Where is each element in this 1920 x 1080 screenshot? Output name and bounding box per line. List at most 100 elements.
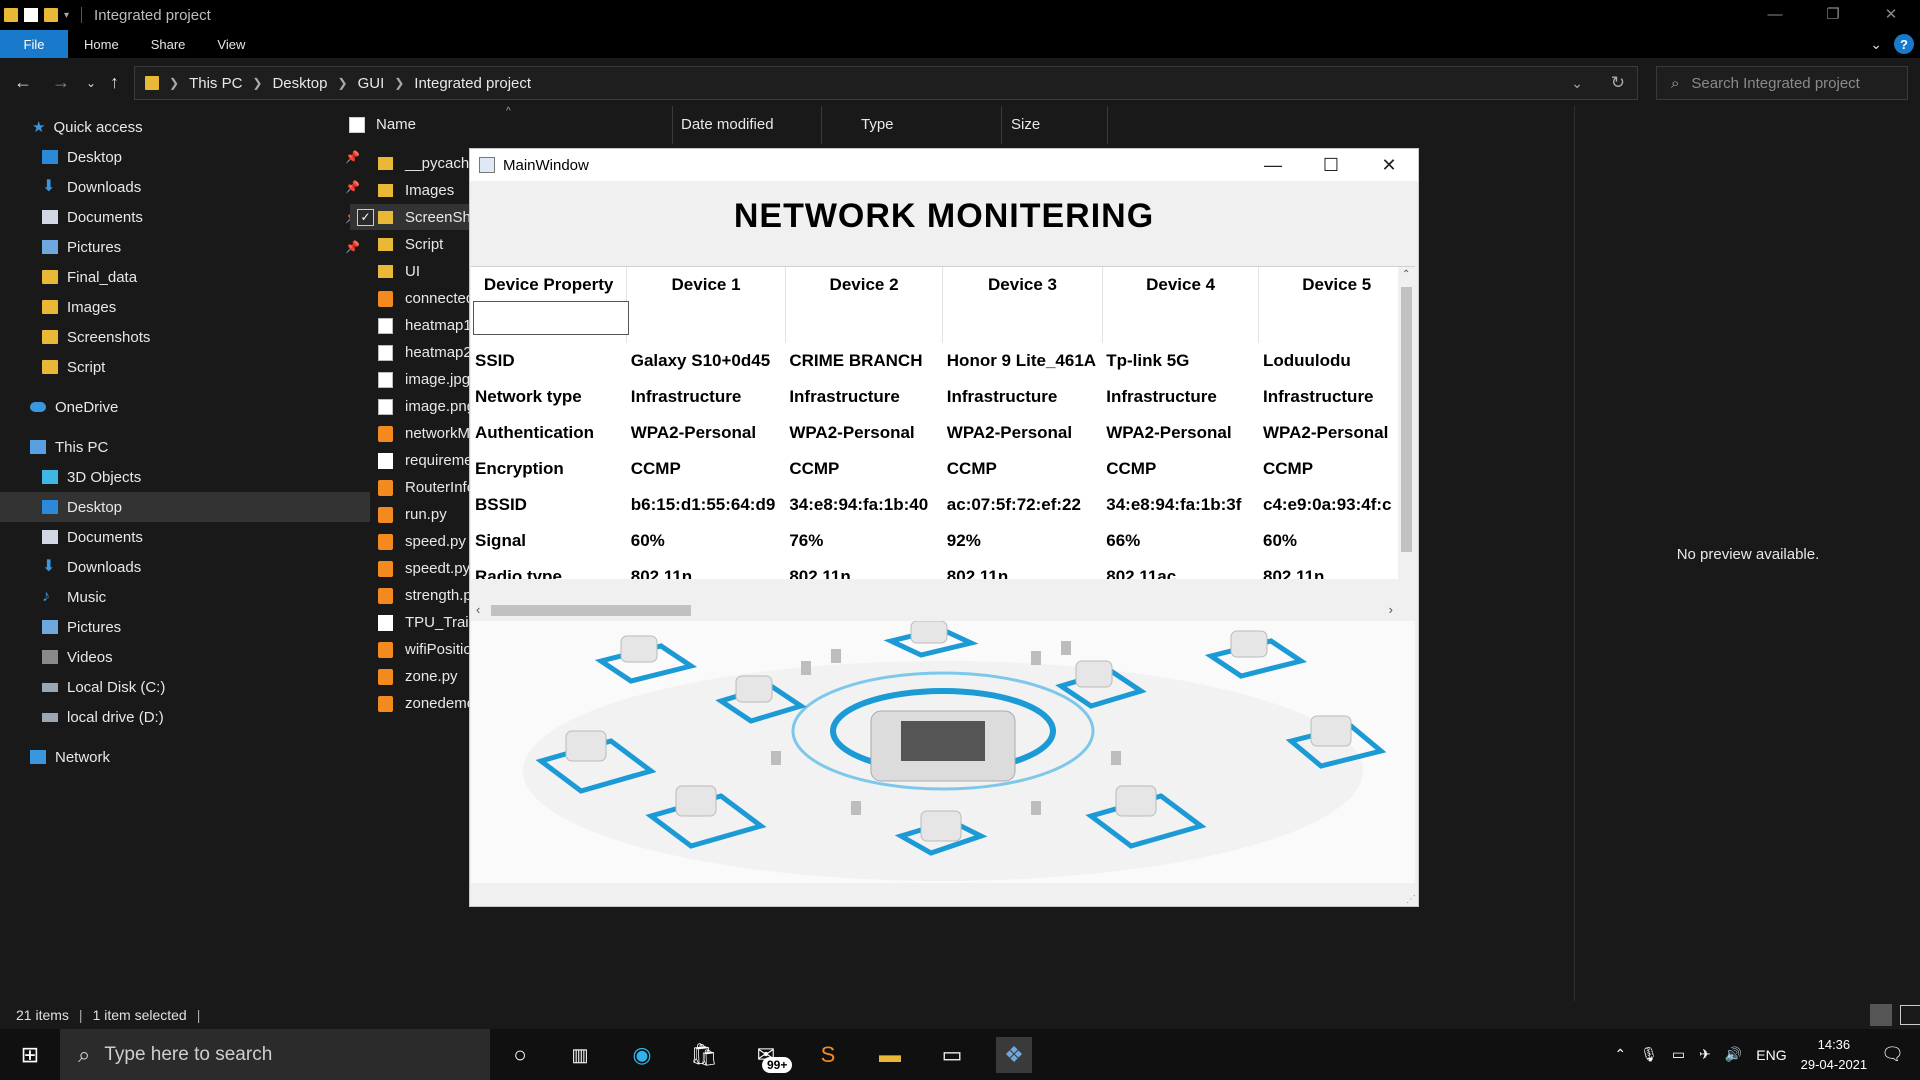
nav-item-script[interactable]: Script [0, 352, 370, 382]
maximize-button[interactable]: ❐ [1804, 0, 1862, 30]
resize-grip-icon[interactable]: ⋰ [1406, 894, 1416, 905]
help-icon[interactable]: ? [1894, 34, 1914, 54]
notifications-icon[interactable]: 🗨 [1881, 1044, 1904, 1065]
nav-network[interactable]: Network [0, 742, 358, 772]
start-windows-icon[interactable]: ⊞ [12, 1037, 48, 1073]
task-view-icon[interactable]: ▥ [562, 1037, 598, 1073]
vertical-scroll-thumb[interactable] [1401, 287, 1412, 552]
minimize-button[interactable]: — [1746, 0, 1804, 30]
nav-item-desktop-pc[interactable]: Desktop [0, 492, 370, 522]
main-window-minimize-button[interactable]: — [1244, 149, 1302, 181]
file-row[interactable]: heatmap2 [350, 339, 470, 366]
property-cell[interactable]: BSSID [471, 487, 627, 523]
file-row[interactable]: strength.py [350, 582, 470, 609]
file-row[interactable]: run.py [350, 501, 470, 528]
main-window-maximize-button[interactable]: ☐ [1302, 149, 1360, 181]
tab-view[interactable]: View [201, 30, 261, 58]
address-dropdown-icon[interactable]: ⌄ [1571, 75, 1583, 92]
breadcrumb-desktop[interactable]: Desktop [272, 75, 327, 92]
airplane-mode-icon[interactable]: ✈ [1699, 1046, 1711, 1063]
file-row[interactable]: speed.py [350, 528, 470, 555]
sublime-text-icon[interactable]: S [810, 1037, 846, 1073]
header-device-3[interactable]: Device 3 [942, 267, 1103, 343]
terminal-icon[interactable]: ▭ [934, 1037, 970, 1073]
property-cell[interactable]: Authentication [471, 415, 627, 451]
header-device-5[interactable]: Device 5 [1258, 267, 1415, 343]
value-cell[interactable]: Loduulodu [1259, 343, 1415, 379]
python-icon[interactable]: ❖ [996, 1037, 1032, 1073]
value-cell[interactable]: Honor 9 Lite_461A [943, 343, 1102, 379]
device-table[interactable]: Device Property Device 1 Device 2 Device 3D… [471, 266, 1415, 579]
value-cell[interactable]: Infrastructure [785, 379, 942, 415]
file-row[interactable]: zone.py [350, 663, 470, 690]
nav-item-screenshots[interactable]: Screenshots [0, 322, 370, 352]
details-view-icon[interactable] [1870, 1004, 1892, 1026]
nav-item-local-drive-d[interactable]: local drive (D:) [0, 702, 370, 732]
nav-item-final-data[interactable]: Final_data [0, 262, 370, 292]
select-all-checkbox[interactable] [349, 117, 365, 133]
value-cell[interactable]: 92% [943, 523, 1102, 559]
file-row[interactable]: heatmap1 [350, 312, 470, 339]
value-cell[interactable]: Infrastructure [943, 379, 1102, 415]
property-cell[interactable]: Radio type [471, 559, 627, 579]
edge-browser-icon[interactable]: ◉ [624, 1037, 660, 1073]
file-row[interactable]: networkM [350, 420, 470, 447]
file-row[interactable]: speedt.py [350, 555, 470, 582]
breadcrumb-this-pc[interactable]: This PC [189, 75, 242, 92]
nav-item-documents-pc[interactable]: Documents [0, 522, 370, 552]
value-cell[interactable]: Infrastructure [1259, 379, 1415, 415]
cortana-icon[interactable]: ○ [502, 1037, 538, 1073]
language-indicator[interactable]: ENG [1756, 1047, 1786, 1063]
taskbar-search[interactable]: ⌕ Type here to search [60, 1029, 490, 1080]
search-box[interactable]: ⌕ Search Integrated project [1656, 66, 1908, 100]
scroll-up-icon[interactable]: ⌃ [1402, 269, 1410, 280]
nav-item-local-disk-c[interactable]: Local Disk (C:) [0, 672, 370, 702]
nav-onedrive[interactable]: OneDrive [0, 392, 358, 422]
nav-item-3d-objects[interactable]: 3D Objects [0, 462, 370, 492]
value-cell[interactable]: c4:e9:0a:93:4f:c [1259, 487, 1415, 523]
column-name[interactable]: Name [368, 106, 673, 144]
nav-item-music[interactable]: ♪ Music [0, 582, 370, 612]
file-row[interactable]: wifiPositio [350, 636, 470, 663]
value-cell[interactable]: WPA2-Personal [1102, 415, 1259, 451]
value-cell[interactable]: Infrastructure [1102, 379, 1259, 415]
value-cell[interactable]: WPA2-Personal [1259, 415, 1415, 451]
expand-ribbon-icon[interactable]: ⌄ [1870, 36, 1882, 53]
value-cell[interactable]: WPA2-Personal [943, 415, 1102, 451]
value-cell[interactable]: 802.11ac [1102, 559, 1259, 579]
value-cell[interactable]: CCMP [627, 451, 786, 487]
store-icon[interactable]: 🛍 [686, 1037, 722, 1073]
file-row[interactable]: connected [350, 285, 470, 312]
nav-item-desktop[interactable]: Desktop 📌 [0, 142, 370, 172]
file-row[interactable]: __pycache [350, 150, 470, 177]
scroll-left-icon[interactable]: ‹ [476, 602, 480, 617]
value-cell[interactable]: Tp-link 5G [1102, 343, 1259, 379]
tab-share[interactable]: Share [135, 30, 202, 58]
value-cell[interactable]: CCMP [785, 451, 942, 487]
horizontal-scroll-thumb[interactable] [491, 605, 691, 616]
value-cell[interactable]: Infrastructure [627, 379, 786, 415]
file-row[interactable]: image.png [350, 393, 470, 420]
table-vertical-scrollbar[interactable]: ⌃ ⌄ [1398, 267, 1415, 579]
tab-home[interactable]: Home [68, 30, 135, 58]
scroll-right-icon[interactable]: › [1389, 602, 1393, 617]
customize-toolbar-icon[interactable]: ▾ [64, 10, 69, 21]
volume-icon[interactable]: 🔊 [1725, 1046, 1742, 1063]
show-hidden-icons-icon[interactable]: ⌃ [1614, 1046, 1626, 1063]
value-cell[interactable]: 802.11n [785, 559, 942, 579]
address-bar[interactable]: ❯ This PC ❯ Desktop ❯ GUI ❯ Integrated p… [134, 66, 1638, 100]
header-device-4[interactable]: Device 4 [1102, 267, 1260, 343]
value-cell[interactable]: 34:e8:94:fa:1b:40 [785, 487, 942, 523]
nav-item-downloads[interactable]: ⬇ Downloads 📌 [0, 172, 370, 202]
battery-icon[interactable]: ▭ [1672, 1046, 1685, 1063]
new-folder-icon[interactable] [44, 8, 58, 22]
property-cell[interactable]: Signal [471, 523, 627, 559]
row-checkbox[interactable]: ✓ [357, 209, 374, 226]
property-cell[interactable]: Encryption [471, 451, 627, 487]
value-cell[interactable]: 76% [785, 523, 942, 559]
file-row[interactable]: Script [350, 231, 470, 258]
header-device-1[interactable]: Device 1 [626, 267, 786, 343]
properties-icon[interactable] [24, 8, 38, 22]
value-cell[interactable]: 34:e8:94:fa:1b:3f [1102, 487, 1259, 523]
up-icon[interactable]: ↑ [110, 72, 119, 93]
